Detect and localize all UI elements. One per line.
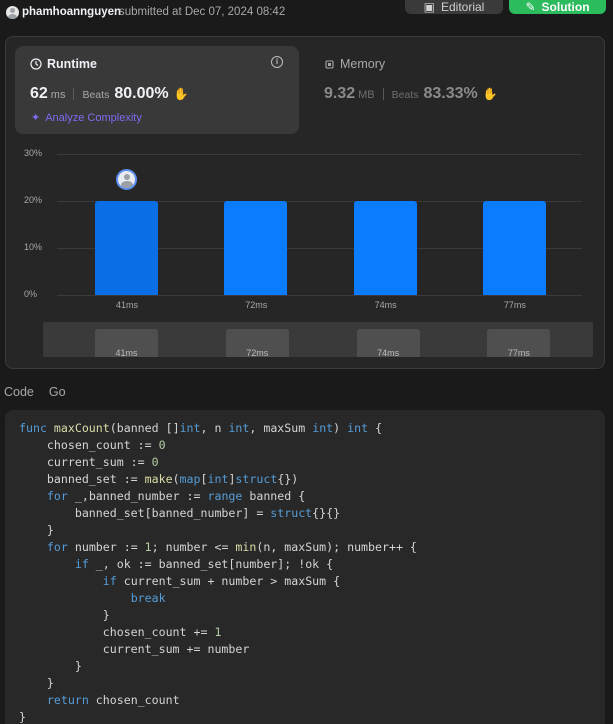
divider <box>73 88 75 100</box>
memory-value: 9.32 <box>324 85 356 102</box>
runtime-value: 62 <box>30 85 48 102</box>
editorial-button[interactable]: ▣ Editorial <box>405 0 503 14</box>
info-icon[interactable]: i <box>271 56 283 68</box>
memory-title[interactable]: Memory <box>324 57 385 71</box>
runtime-title-text: Runtime <box>47 57 97 71</box>
runtime-title: Runtime <box>30 57 97 71</box>
chart-bar[interactable] <box>224 201 288 295</box>
code-header: Code Go <box>4 385 66 399</box>
chip-icon <box>325 59 334 69</box>
memory-title-text: Memory <box>340 57 386 71</box>
chart-range-slider[interactable]: 41ms 72ms 74ms 77ms <box>43 322 593 357</box>
analyze-label: Analyze Complexity <box>45 111 142 124</box>
solution-label: Solution <box>541 0 590 14</box>
wave-icon: ✋ <box>173 87 189 101</box>
book-icon: ▣ <box>423 0 435 14</box>
wave-icon: ✋ <box>482 87 498 101</box>
submitted-time: submitted at Dec 07, 2024 08:42 <box>119 6 286 18</box>
username[interactable]: phamhoannguyen <box>22 6 121 18</box>
memory-beats-pct: 83.33% <box>423 85 478 102</box>
language-label: Go <box>48 385 66 399</box>
divider <box>382 88 384 100</box>
y-tick-label: 30% <box>24 148 43 158</box>
editorial-label: Editorial <box>440 0 485 14</box>
sparkle-icon: ✦ <box>31 112 41 124</box>
user-avatar[interactable] <box>6 6 19 19</box>
runtime-beats-label: Beats <box>82 89 110 101</box>
memory-beats-label: Beats <box>391 89 419 101</box>
code-content: func maxCount(banned []int, n int, maxSu… <box>19 421 417 724</box>
code-label: Code <box>4 385 34 399</box>
mini-chart-bar: 41ms <box>95 329 158 357</box>
runtime-metric: 62 ms Beats 80.00% ✋ <box>30 85 189 103</box>
x-tick-label: 77ms <box>503 300 526 310</box>
y-tick-label: 20% <box>24 195 43 205</box>
memory-unit: MB <box>358 89 375 101</box>
y-tick-label: 10% <box>24 242 43 252</box>
runtime-unit: ms <box>50 89 66 101</box>
edit-icon: ✎ <box>525 0 536 14</box>
x-tick-label: 41ms <box>115 300 138 310</box>
chart-gridline <box>57 295 582 296</box>
mini-chart-bar: 72ms <box>225 329 289 357</box>
chart-gridline <box>57 154 582 155</box>
mini-chart-bar: 74ms <box>356 329 420 357</box>
mini-chart-bar: 77ms <box>487 329 551 357</box>
memory-metric: 9.32 MB Beats 83.33% ✋ <box>324 85 498 103</box>
clock-icon <box>30 58 42 70</box>
runtime-beats-pct: 80.00% <box>114 85 169 102</box>
x-tick-label: 74ms <box>374 300 397 310</box>
chart-bar[interactable] <box>95 201 158 295</box>
y-tick-label: 0% <box>24 289 38 299</box>
analyze-complexity-link[interactable]: ✦ Analyze Complexity <box>31 111 142 125</box>
chart-bar[interactable] <box>482 201 546 295</box>
x-tick-label: 72ms <box>245 300 268 310</box>
chart-bar[interactable] <box>353 201 417 295</box>
solution-button[interactable]: ✎ Solution <box>509 0 606 14</box>
your-submission-marker <box>116 169 137 190</box>
code-block[interactable]: func maxCount(banned []int, n int, maxSu… <box>5 410 605 724</box>
